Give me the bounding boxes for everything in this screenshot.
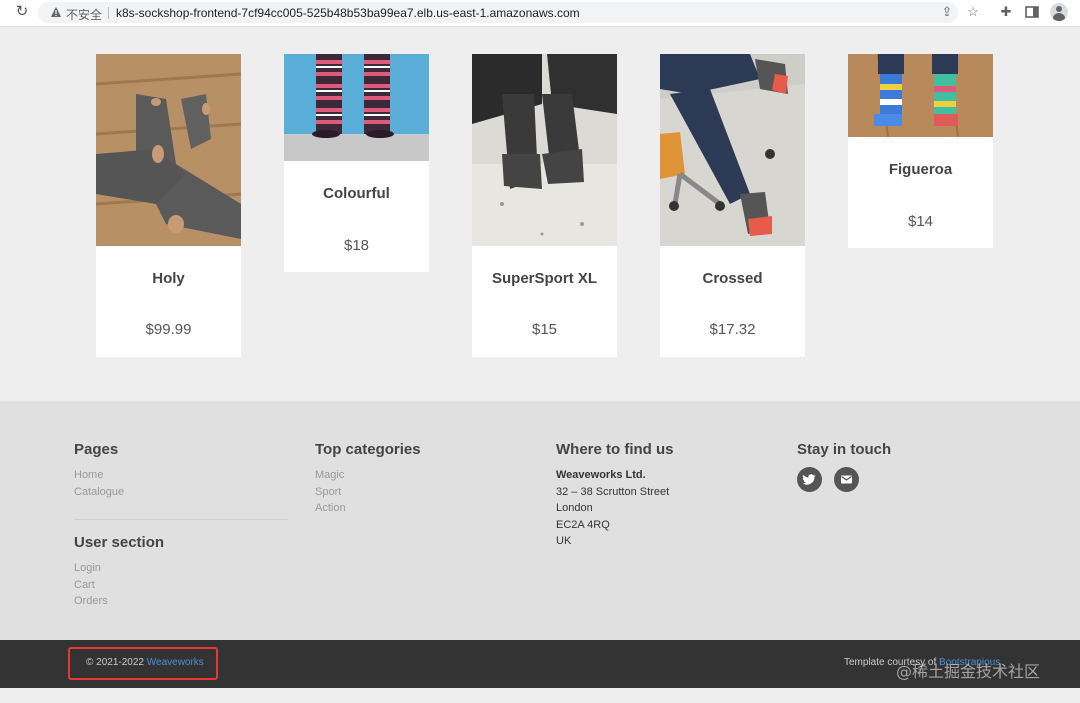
- copyright-label: © 2021-2022: [86, 657, 147, 668]
- address-line: 32 – 38 Scrutton Street: [556, 485, 670, 498]
- footer-link-catalogue[interactable]: Catalogue: [74, 484, 289, 501]
- user-section-heading: User section: [74, 534, 165, 551]
- address-line: EC2A 4RQ: [556, 518, 610, 531]
- profile-avatar[interactable]: [1050, 3, 1068, 21]
- warning-icon: [51, 7, 61, 17]
- product-card[interactable]: Crossed $17.32: [660, 54, 805, 357]
- product-image[interactable]: [660, 54, 805, 246]
- url-text[interactable]: k8s-sockshop-frontend-7cf94cc005-525b48b…: [116, 6, 580, 20]
- side-panel-icon[interactable]: [1024, 4, 1040, 20]
- url-divider: [108, 7, 109, 19]
- reload-icon[interactable]: ↻: [14, 4, 30, 20]
- copyright-text: © 2021-2022 Weaveworks: [86, 657, 204, 668]
- footer-pages-column: Pages Home Catalogue User section Login …: [74, 441, 289, 610]
- footer-address-column: Where to find us Weaveworks Ltd. 32 – 38…: [556, 441, 776, 550]
- footer-categories-column: Top categories Magic Sport Action: [315, 441, 515, 517]
- watermark: @稀土掘金技术社区: [896, 662, 1041, 681]
- extensions-icon[interactable]: ✚: [998, 4, 1014, 20]
- company-name: Weaveworks Ltd.: [556, 469, 646, 481]
- pages-heading: Pages: [74, 441, 119, 458]
- product-image[interactable]: [472, 54, 617, 246]
- address-line: UK: [556, 535, 572, 547]
- footer-link-sport[interactable]: Sport: [315, 484, 515, 501]
- footer: Pages Home Catalogue User section Login …: [0, 401, 1080, 640]
- product-image[interactable]: [848, 54, 993, 137]
- footer-link-magic[interactable]: Magic: [315, 467, 515, 484]
- copyright-bar: © 2021-2022 Weaveworks Template courtesy…: [0, 640, 1080, 688]
- where-to-find-us-heading: Where to find us: [556, 441, 674, 458]
- product-image[interactable]: [284, 54, 429, 161]
- footer-link-cart[interactable]: Cart: [74, 577, 289, 594]
- product-image[interactable]: [96, 54, 241, 246]
- browser-toolbar: ↻ 不安全 k8s-sockshop-frontend-7cf94cc005-5…: [0, 0, 1080, 27]
- product-price: $17.32: [709, 321, 756, 338]
- product-name[interactable]: Crossed: [660, 270, 805, 287]
- product-card[interactable]: Colourful $18: [284, 54, 429, 272]
- divider: [74, 519, 288, 520]
- footer-social-column: Stay in touch: [797, 441, 997, 497]
- product-card[interactable]: SuperSport XL $15: [472, 54, 617, 357]
- address-bar[interactable]: 不安全 k8s-sockshop-frontend-7cf94cc005-525…: [38, 2, 958, 23]
- email-icon[interactable]: [834, 467, 860, 492]
- share-icon[interactable]: ⇪: [939, 4, 955, 20]
- star-icon[interactable]: ☆: [965, 4, 981, 20]
- product-name[interactable]: Colourful: [284, 185, 429, 202]
- product-name[interactable]: Holy: [96, 270, 241, 287]
- product-price: $14: [907, 213, 934, 230]
- footer-link-login[interactable]: Login: [74, 560, 289, 577]
- stay-in-touch-heading: Stay in touch: [797, 441, 892, 458]
- top-categories-heading: Top categories: [315, 441, 421, 458]
- product-card[interactable]: Holy $99.99: [96, 54, 241, 357]
- product-price: $15: [531, 321, 558, 338]
- twitter-icon[interactable]: [797, 467, 822, 492]
- address-line: London: [556, 502, 593, 514]
- product-price: $99.99: [145, 321, 192, 338]
- product-name[interactable]: SuperSport XL: [472, 270, 617, 287]
- footer-link-orders[interactable]: Orders: [74, 593, 289, 610]
- product-card[interactable]: Figueroa $14: [848, 54, 993, 248]
- product-price: $18: [343, 237, 370, 254]
- security-label: 不安全: [66, 8, 103, 22]
- weaveworks-link[interactable]: Weaveworks: [147, 657, 204, 668]
- footer-link-action[interactable]: Action: [315, 500, 515, 517]
- product-name[interactable]: Figueroa: [848, 161, 993, 178]
- footer-link-home[interactable]: Home: [74, 467, 289, 484]
- bottom-strip: [0, 688, 1080, 703]
